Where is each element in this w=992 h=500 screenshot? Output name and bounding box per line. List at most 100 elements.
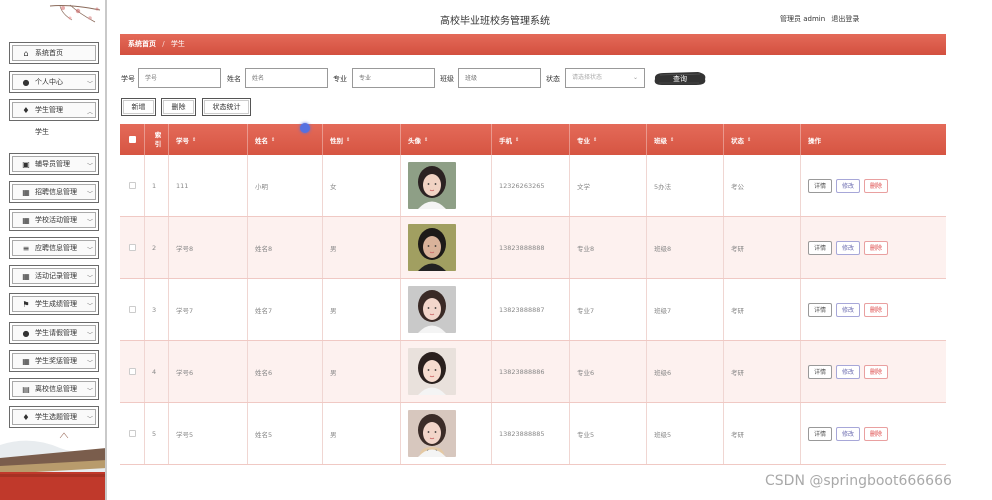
- sidebar-item[interactable]: ▦ 学生奖惩管理 ﹀: [9, 350, 99, 372]
- cell-sex: 女: [323, 155, 401, 216]
- detail-button[interactable]: 详情: [808, 364, 833, 379]
- cell-idx-value: 4: [152, 367, 157, 376]
- column-header[interactable]: 性别 ⇕: [323, 124, 401, 155]
- batch-delete-button[interactable]: 删除: [161, 98, 196, 116]
- edit-button[interactable]: 修改: [836, 178, 861, 193]
- sidebar-subitem-student[interactable]: 学生: [0, 122, 105, 142]
- avatar: [408, 162, 456, 209]
- sidebar-item[interactable]: ● 个人中心 ﹀: [9, 71, 99, 93]
- column-header-label: 索引: [154, 130, 162, 148]
- delete-button[interactable]: 删除: [864, 240, 889, 255]
- row-checkbox[interactable]: [128, 430, 136, 437]
- delete-button[interactable]: 删除: [864, 364, 889, 379]
- sort-icon[interactable]: ⇕: [346, 137, 350, 143]
- detail-button[interactable]: 详情: [808, 240, 833, 255]
- cell-cls: 班级7: [647, 279, 724, 340]
- column-header-label: 专业: [577, 136, 590, 145]
- detail-button[interactable]: 详情: [808, 302, 833, 317]
- column-header[interactable]: 专业 ⇕: [570, 124, 647, 155]
- avatar: [408, 348, 456, 395]
- cell-name: 姓名7: [248, 279, 323, 340]
- sidebar-item[interactable]: ▤ 离校信息管理 ﹀: [9, 378, 99, 400]
- sort-icon[interactable]: ⇕: [271, 137, 275, 143]
- sidebar-item[interactable]: ♦ 学生选题管理 ﹀: [9, 406, 99, 428]
- sidebar-item[interactable]: ▦ 招聘信息管理 ﹀: [9, 181, 99, 203]
- row-actions: 详情 修改 删除: [801, 403, 946, 464]
- class-input[interactable]: [458, 68, 541, 88]
- sidebar-item[interactable]: ▣ 辅导员管理 ﹀: [9, 153, 99, 175]
- detail-button[interactable]: 详情: [808, 178, 833, 193]
- cell-major-value: 专业8: [577, 244, 595, 253]
- sidebar-item[interactable]: ⌂ 系统首页: [9, 42, 99, 64]
- app-root: ⌂ 系统首页 ● 个人中心 ﹀ ♦ 学生管理 ︿ ▣ 辅导员管理 ﹀ ▦ 招聘信息管理 ﹀ ▦ 学校活动管理 ﹀…: [0, 0, 992, 500]
- query-button[interactable]: 查询: [652, 70, 708, 87]
- sidebar-item[interactable]: ▦ 活动记录管理 ﹀: [9, 265, 99, 287]
- breadcrumb-home[interactable]: 系统首页: [128, 40, 156, 48]
- major-input[interactable]: [352, 68, 435, 88]
- sidebar-item[interactable]: ♦ 学生管理 ︿: [9, 99, 99, 121]
- cell-phone-value: 12326263265: [499, 181, 545, 190]
- sort-icon[interactable]: ⇕: [424, 137, 428, 143]
- add-button[interactable]: 新增: [121, 98, 156, 116]
- chevron-down-icon: ﹀: [86, 303, 93, 310]
- sidebar-item[interactable]: ⚑ 学生成绩管理 ﹀: [9, 293, 99, 315]
- cell-cls-value: 班级6: [654, 368, 672, 377]
- column-header[interactable]: 手机 ⇕: [492, 124, 570, 155]
- sort-icon[interactable]: ⇕: [593, 137, 597, 143]
- sidebar-item-label: 活动记录管理: [35, 272, 77, 280]
- column-header[interactable]: 姓名 ⇕: [248, 124, 323, 155]
- chevron-down-icon: ﹀: [86, 247, 93, 254]
- user-icon: ●: [22, 77, 30, 87]
- name-label: 姓名: [227, 75, 241, 83]
- breadcrumb-separator: /: [162, 40, 165, 48]
- sidebar-item[interactable]: ● 学生请假管理 ﹀: [9, 322, 99, 344]
- sort-icon[interactable]: ⇕: [747, 137, 751, 143]
- sidebar-item[interactable]: ≡ 应聘信息管理 ﹀: [9, 237, 99, 259]
- cell-no: 学号6: [169, 341, 248, 402]
- status-stats-button[interactable]: 状态统计: [202, 98, 251, 116]
- row-checkbox[interactable]: [128, 368, 136, 375]
- edit-button[interactable]: 修改: [836, 426, 861, 441]
- detail-button[interactable]: 详情: [808, 426, 833, 441]
- cell-phone-value: 13823888887: [499, 305, 545, 314]
- pin-icon: ♦: [22, 105, 30, 115]
- table-body: 1 111 小明女 12326263265 文学 5办法 考公 详情 修改 删除 2 学号8 姓名8 男 1…: [120, 155, 946, 465]
- cell-name-value: 姓名8: [255, 244, 273, 253]
- name-input[interactable]: [245, 68, 328, 88]
- edit-button[interactable]: 修改: [836, 302, 861, 317]
- select-all-checkbox[interactable]: [128, 136, 136, 143]
- chevron-down-icon: ﹀: [86, 332, 93, 339]
- edit-button[interactable]: 修改: [836, 240, 861, 255]
- logout-link[interactable]: 退出登录: [831, 15, 859, 23]
- sort-icon[interactable]: ⇕: [515, 137, 519, 143]
- column-header[interactable]: 班级 ⇕: [647, 124, 724, 155]
- cell-sex-value: 男: [330, 430, 337, 439]
- avatar-cell: [401, 403, 492, 464]
- cell-cls-value: 班级7: [654, 306, 672, 315]
- cell-sex: 男: [323, 341, 401, 402]
- row-checkbox[interactable]: [128, 306, 136, 313]
- delete-button[interactable]: 删除: [864, 178, 889, 193]
- row-checkbox[interactable]: [128, 182, 136, 189]
- column-header[interactable]: 头像 ⇕: [401, 124, 492, 155]
- watermark: CSDN @springboot666666: [765, 473, 952, 489]
- sidebar-item[interactable]: ▦ 学校活动管理 ﹀: [9, 209, 99, 231]
- sidebar-item-label: 学校活动管理: [35, 216, 77, 224]
- column-header-label: 班级: [654, 136, 667, 145]
- row-checkbox[interactable]: [128, 244, 136, 251]
- column-header-label: 头像: [408, 136, 421, 145]
- edit-button[interactable]: 修改: [836, 364, 861, 379]
- column-header-label: 姓名: [255, 136, 268, 145]
- student-no-input[interactable]: [138, 68, 221, 88]
- sort-icon[interactable]: ⇕: [192, 137, 196, 143]
- chevron-down-icon: ﹀: [86, 81, 93, 88]
- status-select[interactable]: 请选择状态 ⌄: [565, 68, 645, 88]
- delete-button[interactable]: 删除: [864, 302, 889, 317]
- column-header[interactable]: 学号 ⇕: [169, 124, 248, 155]
- cell-phone: 13823888886: [492, 341, 570, 402]
- cell-status: 考研: [724, 217, 801, 278]
- header-select-all[interactable]: [120, 124, 145, 155]
- delete-button[interactable]: 删除: [864, 426, 889, 441]
- sort-icon[interactable]: ⇕: [670, 137, 674, 143]
- column-header[interactable]: 状态 ⇕: [724, 124, 801, 155]
